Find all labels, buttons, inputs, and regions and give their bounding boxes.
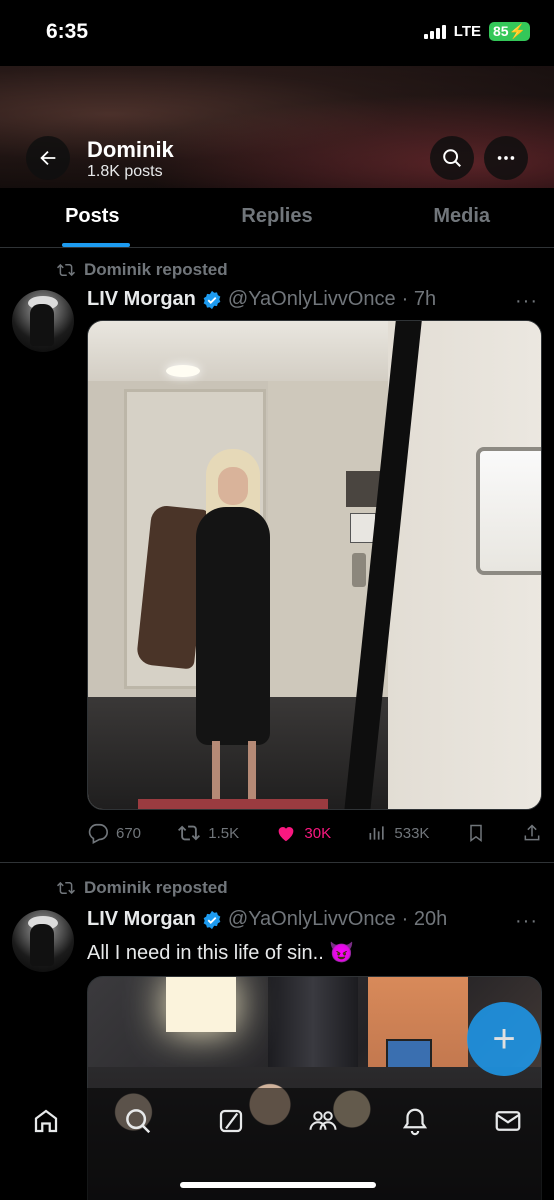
verified-badge-icon bbox=[203, 290, 221, 309]
share-button[interactable] bbox=[522, 822, 542, 844]
search-icon bbox=[126, 1109, 151, 1134]
post-count: 1.8K posts bbox=[87, 163, 163, 180]
communities-icon bbox=[309, 1111, 337, 1130]
avatar[interactable] bbox=[12, 290, 74, 352]
home-indicator[interactable] bbox=[180, 1182, 376, 1188]
search-button[interactable] bbox=[430, 136, 474, 180]
post-author-row: LIV Morgan @YaOnlyLivvOnce · 7h bbox=[87, 288, 436, 311]
repost-label: Dominik reposted bbox=[84, 878, 228, 897]
envelope-icon bbox=[495, 1111, 521, 1131]
bell-icon bbox=[403, 1108, 428, 1136]
more-options-button[interactable] bbox=[484, 136, 528, 180]
repost-count: 1.5K bbox=[208, 824, 240, 842]
repost-button[interactable]: 1.5K bbox=[177, 822, 239, 844]
views-count: 533K bbox=[394, 824, 430, 842]
status-bar: 6:35 LTE 85⚡ bbox=[0, 0, 554, 66]
tab-posts[interactable]: Posts bbox=[0, 188, 185, 247]
battery-icon: 85⚡ bbox=[488, 22, 530, 41]
author-handle: @YaOnlyLivvOnce bbox=[227, 288, 396, 310]
signal-icon bbox=[423, 24, 446, 39]
active-tab-indicator bbox=[62, 243, 130, 247]
reply-icon bbox=[88, 823, 108, 844]
network-label: LTE bbox=[453, 23, 481, 40]
arrow-left-icon bbox=[40, 150, 56, 166]
plus-icon: + bbox=[492, 1016, 516, 1061]
search-icon bbox=[443, 149, 461, 167]
post-time: · 20h bbox=[401, 908, 448, 930]
heart-filled-icon bbox=[279, 827, 294, 842]
post-more-button[interactable]: ··· bbox=[515, 290, 538, 313]
tab-replies[interactable]: Replies bbox=[185, 188, 370, 247]
views-button[interactable]: 533K bbox=[367, 823, 429, 843]
profile-tabs: Posts Replies Media bbox=[0, 188, 554, 248]
nav-communities[interactable] bbox=[303, 1106, 343, 1146]
post-actions: 670 1.5K 30K 533K bbox=[87, 822, 542, 844]
author-name[interactable]: LIV Morgan bbox=[87, 288, 196, 311]
nav-messages[interactable] bbox=[488, 1106, 528, 1146]
status-indicators: LTE 85⚡ bbox=[423, 22, 530, 41]
post-text: All I need in this life of sin.. 😈 bbox=[87, 942, 355, 964]
share-icon bbox=[524, 824, 540, 841]
profile-name: Dominik bbox=[87, 137, 174, 162]
post-more-button[interactable]: ··· bbox=[515, 910, 538, 933]
like-button[interactable]: 30K bbox=[275, 822, 331, 844]
post-image[interactable] bbox=[87, 320, 542, 810]
nav-search[interactable] bbox=[118, 1106, 158, 1146]
nav-notifications[interactable] bbox=[395, 1106, 435, 1146]
post-time: · 7h bbox=[401, 288, 437, 310]
views-chart-icon bbox=[369, 826, 385, 840]
verified-badge-icon bbox=[203, 910, 221, 929]
profile-header: Dominik 1.8K posts bbox=[0, 66, 554, 188]
author-name[interactable]: LIV Morgan bbox=[87, 908, 196, 931]
home-icon bbox=[35, 1109, 58, 1133]
post[interactable]: Dominik reposted LIV Morgan @YaOnlyLivvO… bbox=[0, 248, 554, 864]
bookmark-icon bbox=[469, 824, 482, 842]
reply-count: 670 bbox=[116, 824, 142, 842]
battery-level: 85 bbox=[492, 23, 509, 39]
grok-icon bbox=[219, 1109, 242, 1133]
repost-label: Dominik reposted bbox=[84, 260, 228, 279]
status-time: 6:35 bbox=[46, 20, 89, 43]
tab-media[interactable]: Media bbox=[369, 188, 554, 247]
compose-button[interactable]: + bbox=[467, 1002, 541, 1076]
author-handle: @YaOnlyLivvOnce bbox=[227, 908, 396, 930]
repost-indicator: Dominik reposted bbox=[56, 260, 228, 280]
more-horizontal-icon bbox=[497, 156, 515, 160]
avatar[interactable] bbox=[12, 910, 74, 972]
nav-grok[interactable] bbox=[211, 1106, 251, 1146]
repost-icon bbox=[178, 825, 201, 841]
repost-icon bbox=[57, 881, 75, 895]
post-author-row: LIV Morgan @YaOnlyLivvOnce · 20h bbox=[87, 908, 447, 931]
bookmark-button[interactable] bbox=[466, 822, 486, 844]
back-button[interactable] bbox=[26, 136, 70, 180]
like-count: 30K bbox=[304, 824, 332, 842]
nav-home[interactable] bbox=[26, 1106, 66, 1146]
repost-indicator: Dominik reposted bbox=[56, 878, 228, 898]
reply-button[interactable]: 670 bbox=[87, 822, 141, 844]
repost-icon bbox=[57, 263, 75, 277]
post-divider bbox=[0, 862, 554, 863]
